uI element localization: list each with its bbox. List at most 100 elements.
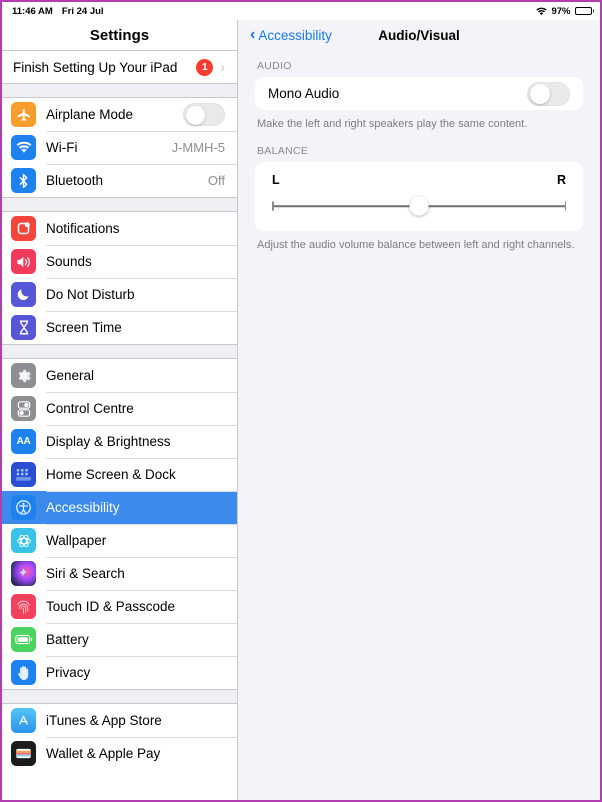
- balance-card: L R: [255, 162, 583, 232]
- split-view: Settings Finish Setting Up Your iPad 1 ›…: [2, 20, 600, 800]
- sidebar-item-label: Bluetooth: [46, 173, 104, 188]
- battery-icon: [574, 7, 594, 15]
- detail-nav-bar: ‹ Accessibility Audio/Visual: [238, 20, 600, 50]
- sidebar-item-label: Airplane Mode: [46, 107, 134, 122]
- sidebar-item-notifications[interactable]: Notifications: [2, 212, 237, 245]
- mono-audio-toggle[interactable]: [527, 81, 570, 106]
- status-bar: 11:46 AM Fri 24 Jul 97%: [2, 2, 600, 20]
- sidebar-group-connectivity: Airplane Mode Wi-Fi J-MMH-5 Bluetooth Of…: [2, 98, 237, 197]
- sidebar-item-home-screen-dock[interactable]: Home Screen & Dock: [2, 458, 237, 491]
- sidebar-item-siri-search[interactable]: Siri & Search: [2, 557, 237, 590]
- sidebar-group-divider: [2, 197, 237, 212]
- sidebar-item-label: Control Centre: [46, 401, 134, 416]
- sidebar-group-divider: [2, 83, 237, 98]
- sidebar-item-label: General: [46, 368, 95, 383]
- battery-percent-label: 97%: [551, 5, 571, 17]
- sidebar-item-label: Home Screen & Dock: [46, 467, 176, 482]
- sidebar-item-itunes-app-store[interactable]: iTunes & App Store: [2, 704, 237, 737]
- balance-slider[interactable]: [272, 195, 566, 217]
- sidebar-item-label: Notifications: [46, 221, 120, 236]
- hourglass-icon: [11, 315, 36, 340]
- sidebar-item-bluetooth[interactable]: Bluetooth Off: [2, 164, 237, 197]
- privacy-hand-icon: [11, 660, 36, 685]
- sidebar-item-label: Do Not Disturb: [46, 287, 135, 302]
- sidebar-item-finish-setup[interactable]: Finish Setting Up Your iPad 1 ›: [2, 50, 237, 83]
- sidebar-item-label: Sounds: [46, 254, 92, 269]
- wifi-icon: [11, 135, 36, 160]
- sidebar-item-display-brightness[interactable]: AA Display & Brightness: [2, 425, 237, 458]
- sidebar-item-label: Wallpaper: [46, 533, 107, 548]
- siri-icon: [11, 561, 36, 586]
- audio-visual-detail-panel: ‹ Accessibility Audio/Visual AUDIO Mono …: [238, 20, 600, 800]
- status-bar-right: 97%: [536, 6, 594, 17]
- sidebar-item-label: Battery: [46, 632, 89, 647]
- sidebar-item-label: iTunes & App Store: [46, 713, 162, 728]
- airplane-mode-toggle[interactable]: [183, 103, 225, 126]
- sidebar-group-notifications: Notifications Sounds Do Not Disturb Scre…: [2, 212, 237, 344]
- sidebar-group-divider: [2, 689, 237, 704]
- sidebar-group-stores: iTunes & App Store Wallet & Apple Pay: [2, 704, 237, 770]
- chevron-right-icon: ›: [220, 59, 225, 75]
- sidebar-item-airplane-mode[interactable]: Airplane Mode: [2, 98, 237, 131]
- moon-icon: [11, 282, 36, 307]
- ipad-settings-screen: 11:46 AM Fri 24 Jul 97% Settings Finish …: [0, 0, 602, 802]
- page-title: Settings: [2, 20, 237, 50]
- back-button-label: Accessibility: [258, 27, 332, 43]
- sidebar-item-wifi[interactable]: Wi-Fi J-MMH-5: [2, 131, 237, 164]
- sidebar-item-label: Privacy: [46, 665, 91, 680]
- sidebar-item-wallpaper[interactable]: Wallpaper: [2, 524, 237, 557]
- sidebar-item-screen-time[interactable]: Screen Time: [2, 311, 237, 344]
- sidebar-item-privacy[interactable]: Privacy: [2, 656, 237, 689]
- sidebar-item-general[interactable]: General: [2, 359, 237, 392]
- slider-knob[interactable]: [409, 196, 429, 216]
- sidebar-item-touch-id-passcode[interactable]: Touch ID & Passcode: [2, 590, 237, 623]
- mono-audio-label: Mono Audio: [268, 86, 340, 101]
- sidebar-item-label: Siri & Search: [46, 566, 125, 581]
- sidebar-item-value: J-MMH-5: [171, 140, 225, 155]
- wifi-icon: [536, 7, 548, 16]
- sidebar-item-control-centre[interactable]: Control Centre: [2, 392, 237, 425]
- status-bar-date: Fri 24 Jul: [61, 5, 104, 17]
- mono-audio-footnote: Make the left and right speakers play th…: [257, 118, 528, 130]
- sidebar-item-wallet-apple-pay[interactable]: Wallet & Apple Pay: [2, 737, 237, 770]
- bluetooth-icon: [11, 168, 36, 193]
- mono-audio-row[interactable]: Mono Audio: [255, 77, 583, 110]
- sidebar-item-value: Off: [207, 173, 225, 188]
- sidebar-item-label: Display & Brightness: [46, 434, 171, 449]
- airplane-icon: [11, 102, 36, 127]
- section-header-audio: AUDIO: [257, 60, 292, 72]
- sidebar-item-label: Touch ID & Passcode: [46, 599, 176, 614]
- sounds-icon: [11, 249, 36, 274]
- wallpaper-icon: [11, 528, 36, 553]
- balance-footnote: Adjust the audio volume balance between …: [257, 239, 575, 252]
- sidebar-item-battery[interactable]: Battery: [2, 623, 237, 656]
- sidebar-item-label: Screen Time: [46, 320, 122, 335]
- sidebar-item-label: Wallet & Apple Pay: [46, 746, 161, 761]
- balance-right-label: R: [556, 173, 566, 188]
- mono-audio-card: Mono Audio: [255, 77, 583, 110]
- battery-leaf-icon: [11, 627, 36, 652]
- gear-icon: [11, 363, 36, 388]
- chevron-left-icon: ‹: [250, 26, 256, 43]
- status-bar-time: 11:46 AM: [12, 5, 53, 17]
- sidebar-item-label: Finish Setting Up Your iPad: [13, 59, 178, 75]
- slider-end-left: [272, 201, 274, 211]
- app-store-icon: [11, 708, 36, 733]
- settings-sidebar[interactable]: Settings Finish Setting Up Your iPad 1 ›…: [2, 20, 238, 800]
- sidebar-group-system: General Control Centre AA Display & Brig…: [2, 359, 237, 689]
- sidebar-group-divider: [2, 344, 237, 359]
- notifications-icon: [11, 216, 36, 241]
- sidebar-item-do-not-disturb[interactable]: Do Not Disturb: [2, 278, 237, 311]
- sidebar-item-label: Wi-Fi: [46, 140, 78, 155]
- control-centre-icon: [11, 396, 36, 421]
- section-header-balance: BALANCE: [257, 145, 309, 158]
- home-screen-dock-icon: [11, 462, 36, 487]
- touch-id-icon: [11, 594, 36, 619]
- sidebar-item-accessibility[interactable]: Accessibility: [2, 491, 237, 524]
- sidebar-item-sounds[interactable]: Sounds: [2, 245, 237, 278]
- sidebar-item-label: Accessibility: [46, 500, 120, 515]
- accessibility-icon: [11, 495, 36, 520]
- wallet-icon: [11, 741, 36, 766]
- back-button-accessibility[interactable]: ‹ Accessibility: [250, 27, 332, 43]
- balance-labels: L R: [272, 169, 566, 191]
